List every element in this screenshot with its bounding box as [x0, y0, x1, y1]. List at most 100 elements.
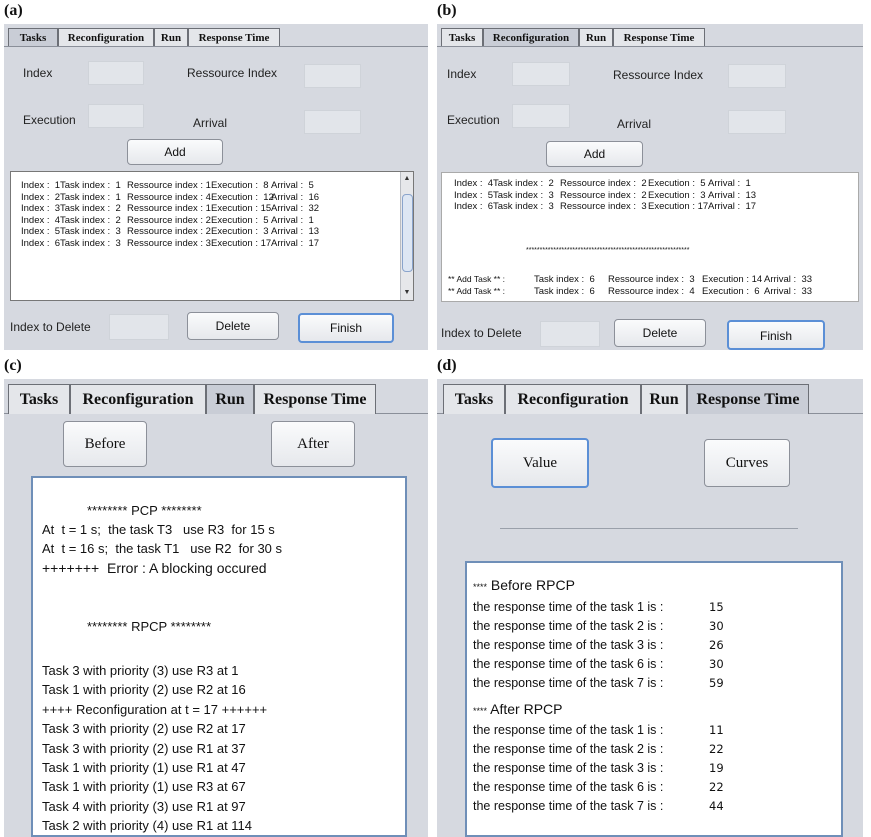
response-line-text: the response time of the task 2 is :	[473, 619, 664, 633]
task-row-cell: Arrival : 13	[271, 226, 320, 237]
task-row-cell: Arrival : 32	[271, 203, 320, 214]
task-row-cell: Task index : 3	[60, 226, 121, 237]
response-line-text: the response time of the task 6 is :	[473, 780, 664, 794]
index-to-delete-label: Index to Delete	[441, 326, 522, 340]
tab-response-time[interactable]: Response Time	[188, 28, 280, 46]
tab-run[interactable]: Run	[206, 384, 254, 414]
task-row-cell: Index : 5	[21, 226, 61, 237]
index-to-delete-field[interactable]	[109, 314, 169, 340]
task-row-cell: Arrival : 13	[708, 189, 757, 201]
task-row-cell: Index : 4	[21, 214, 61, 226]
panel-label-c: (c)	[4, 357, 22, 374]
tab-reconfiguration[interactable]: Reconfiguration	[70, 384, 206, 414]
tab-tasks[interactable]: Tasks	[441, 28, 483, 46]
task-row-cell: Arrival : 17	[708, 201, 757, 212]
added-task-cell: Arrival : 33	[764, 274, 813, 285]
delete-button[interactable]: Delete	[187, 312, 279, 340]
task-row-cell: Ressource index : 1	[127, 203, 211, 214]
task-row-cell: Execution : 15	[211, 203, 272, 214]
tab-run[interactable]: Run	[154, 28, 188, 46]
tab-response-time[interactable]: Response Time	[254, 384, 376, 414]
separator-stars: ****************************************…	[526, 247, 690, 254]
response-value: 30	[709, 619, 724, 633]
panel-c-window: Tasks Reconfiguration Run Response Time …	[4, 379, 428, 837]
task-row-cell: Index : 6	[454, 201, 494, 212]
arrival-field[interactable]	[728, 110, 786, 134]
tab-tasks[interactable]: Tasks	[8, 384, 70, 414]
tab-response-time[interactable]: Response Time	[687, 384, 809, 414]
task-row-cell: Task index : 3	[493, 189, 554, 201]
task-row-cell: Ressource index : 2	[127, 226, 211, 237]
task-row-cell: Execution : 8	[211, 180, 269, 191]
finish-button[interactable]: Finish	[298, 313, 394, 343]
finish-button[interactable]: Finish	[727, 320, 825, 350]
rpcp-line: Task 1 with priority (1) use R3 at 67	[42, 779, 246, 795]
task-row-cell: Task index : 1	[60, 180, 121, 191]
tab-reconfiguration[interactable]: Reconfiguration	[483, 28, 579, 46]
task-row-cell: Ressource index : 2	[127, 214, 211, 226]
after-header: **** After RPCP	[473, 701, 563, 717]
resource-index-field[interactable]	[728, 64, 786, 88]
response-line-text: the response time of the task 1 is :	[473, 723, 664, 737]
index-label: Index	[447, 67, 477, 81]
resource-index-label: Ressource Index	[613, 68, 704, 82]
tab-tasks[interactable]: Tasks	[443, 384, 505, 414]
index-field[interactable]	[512, 62, 570, 86]
tab-tasks[interactable]: Tasks	[8, 28, 58, 46]
execution-field[interactable]	[512, 104, 570, 128]
added-task-cell: Ressource index : 4	[608, 286, 695, 297]
added-task-cell: ** Add Task ** :	[448, 274, 506, 284]
panel-label-a: (a)	[4, 2, 23, 19]
task-row-cell: Execution : 17	[211, 237, 272, 249]
rpcp-line: Task 4 with priority (3) use R1 at 97	[42, 798, 246, 814]
scroll-thumb[interactable]	[402, 194, 413, 272]
tab-run[interactable]: Run	[579, 28, 613, 46]
arrival-field[interactable]	[304, 110, 361, 134]
task-row-cell: Arrival : 5	[271, 180, 314, 191]
task-row-cell: Task index : 3	[60, 237, 121, 249]
added-task-cell: Task index : 6	[534, 274, 595, 285]
index-to-delete-field[interactable]	[540, 321, 600, 347]
scroll-down-icon[interactable]: ▼	[402, 288, 412, 298]
execution-label: Execution	[447, 113, 500, 127]
resource-index-field[interactable]	[304, 64, 361, 88]
task-row-cell: Index : 5	[454, 189, 494, 201]
index-label: Index	[23, 66, 53, 80]
panel-b-window: Tasks Reconfiguration Run Response Time …	[437, 24, 863, 350]
before-button[interactable]: Before	[63, 421, 147, 467]
scrollbar[interactable]: ▲ ▼	[400, 172, 413, 300]
add-button[interactable]: Add	[127, 139, 223, 165]
task-row-cell: Task index : 3	[493, 201, 554, 212]
response-line-text: the response time of the task 6 is :	[473, 657, 664, 671]
rpcp-line: Task 3 with priority (2) use R1 at 37	[42, 740, 246, 756]
response-line-text: the response time of the task 7 is :	[473, 676, 664, 690]
tab-reconfiguration[interactable]: Reconfiguration	[505, 384, 641, 414]
tab-response-time[interactable]: Response Time	[613, 28, 705, 46]
response-value: 26	[709, 638, 724, 652]
task-list[interactable]: Index : 1 Task index : 1 Ressource index :…	[10, 171, 414, 301]
index-field[interactable]	[88, 61, 144, 85]
value-button[interactable]: Value	[491, 438, 589, 488]
response-value: 30	[709, 657, 724, 671]
add-button[interactable]: Add	[546, 141, 643, 167]
delete-button[interactable]: Delete	[614, 319, 706, 347]
tab-reconfiguration[interactable]: Reconfiguration	[58, 28, 154, 46]
tab-run[interactable]: Run	[641, 384, 687, 414]
response-line-text: the response time of the task 3 is :	[473, 638, 664, 652]
curves-button[interactable]: Curves	[704, 439, 790, 487]
added-task-cell: Execution : 6	[702, 286, 760, 297]
scroll-up-icon[interactable]: ▲	[402, 174, 412, 184]
task-row-cell: Ressource index : 4	[127, 191, 211, 203]
task-row-cell: Ressource index : 3	[127, 237, 211, 249]
panel-label-d: (d)	[437, 357, 457, 374]
task-row-cell: Ressource index : 2	[560, 178, 647, 189]
response-value: 19	[709, 761, 724, 775]
after-button[interactable]: After	[271, 421, 355, 467]
execution-field[interactable]	[88, 104, 144, 128]
task-row-cell: Execution : 5	[648, 178, 706, 189]
added-task-cell: Ressource index : 3	[608, 274, 695, 285]
arrival-label: Arrival	[617, 117, 652, 131]
task-list[interactable]: Index : 4 Task index : 2 Ressource index :…	[441, 172, 859, 302]
task-row-cell: Execution : 5	[211, 214, 269, 226]
response-line-text: the response time of the task 1 is :	[473, 600, 664, 614]
